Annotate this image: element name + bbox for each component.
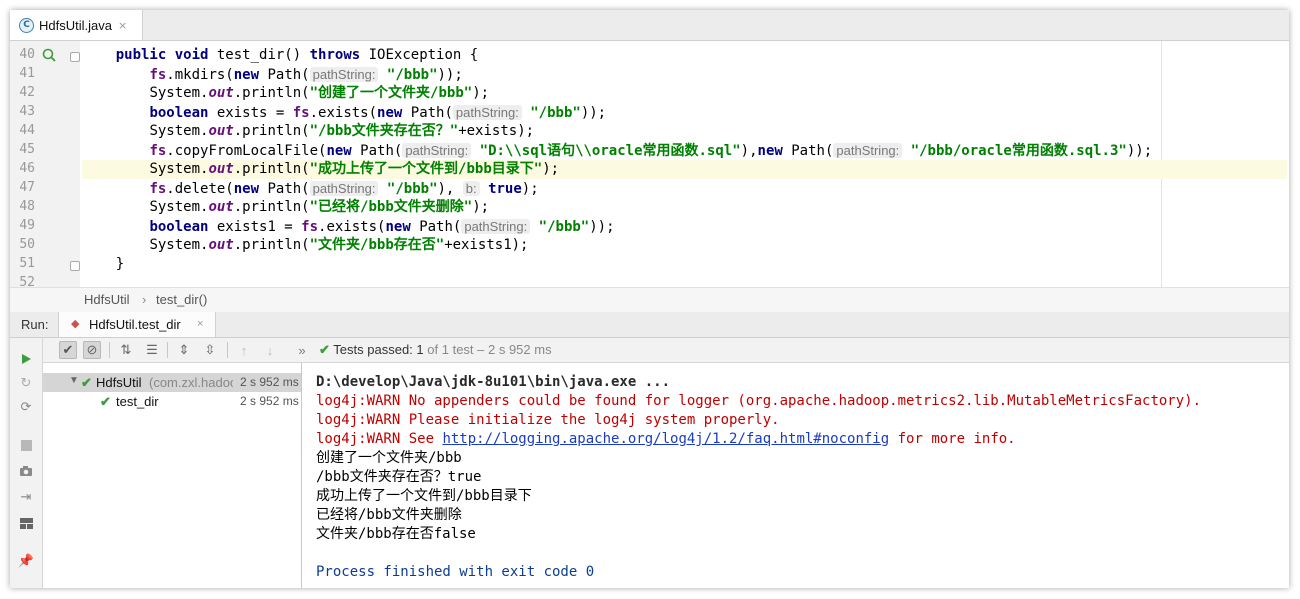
ide-window: C HdfsUtil.java × 40 41 42 43 44 45 46 4… [10, 10, 1289, 588]
sort-by-duration-icon[interactable]: ☰ [143, 341, 161, 359]
code-line-48: System.out.println("已经将/bbb文件夹删除"); [149, 199, 490, 215]
status-count: 1 [416, 342, 424, 357]
chevron-down-icon[interactable]: ▼ [69, 375, 79, 386]
console-line: 创建了一个文件夹/bbb [316, 450, 462, 466]
stop-icon[interactable] [18, 437, 34, 453]
test-results-tree: ▼ ✔ HdfsUtil (com.zxl.hadoo 2 s 952 ms ✔… [43, 363, 302, 588]
editor-tab-hdfsutil[interactable]: C HdfsUtil.java × [10, 10, 143, 40]
more-actions-icon[interactable]: » [293, 341, 311, 359]
line-number: 46 [19, 161, 35, 176]
console-line: 已经将/bbb文件夹删除 [316, 507, 462, 523]
line-number: 43 [19, 104, 35, 119]
close-icon[interactable]: × [118, 19, 127, 32]
code-line-44: System.out.println("/bbb文件夹存在否？"+exists)… [149, 123, 535, 139]
code-line-50: System.out.println("文件夹/bbb存在否"+exists1)… [149, 237, 529, 253]
tree-root-package: (com.zxl.hadoo [149, 375, 233, 390]
tree-child-name: test_dir [116, 394, 159, 409]
line-number: 42 [19, 85, 35, 100]
code-line-51: } [115, 256, 125, 272]
line-gutter: 40 41 42 43 44 45 46 47 48 49 50 51 52 [10, 41, 80, 287]
code-line-42: System.out.println("创建了一个文件夹/bbb"); [149, 85, 490, 101]
line-number: 49 [19, 218, 35, 233]
console-line: Process finished with exit code 0 [316, 564, 595, 580]
console-line: log4j:WARN No appenders could be found f… [316, 393, 1202, 409]
rerun-icon[interactable] [18, 351, 34, 367]
tree-row-test-dir[interactable]: ✔ test_dir 2 s 952 ms [43, 392, 301, 411]
breadcrumb-separator: › [142, 292, 147, 307]
run-label: Run: [21, 317, 49, 332]
tree-row-root[interactable]: ▼ ✔ HdfsUtil (com.zxl.hadoo 2 s 952 ms [43, 373, 301, 392]
show-ignored-icon[interactable]: ⊘ [83, 341, 101, 359]
line-number: 48 [19, 199, 35, 214]
console-output[interactable]: D:\develop\Java\jdk-8u101\bin\java.exe .… [316, 363, 1286, 588]
close-icon[interactable]: × [197, 318, 203, 330]
code-line-49: boolean exists1 = fs.exists(new Path(pat… [149, 219, 615, 235]
fold-marker[interactable] [70, 261, 80, 271]
rerun-failed-icon[interactable]: ↻ [18, 375, 34, 391]
breadcrumb-method[interactable]: test_dir() [156, 292, 207, 307]
code-line-46: System.out.println("成功上传了一个文件到/bbb目录下"); [82, 160, 1287, 179]
line-number: 50 [19, 237, 35, 252]
toolbar-separator [167, 342, 168, 358]
breadcrumb: HdfsUtil › test_dir() [10, 287, 1289, 313]
layout-icon[interactable] [18, 515, 34, 531]
run-panel-header: Run: ◆ HdfsUtil.test_dir × [10, 312, 1289, 338]
tree-root-name: HdfsUtil [96, 375, 142, 390]
editor-tab-title: HdfsUtil.java [39, 17, 112, 33]
console-line: 成功上传了一个文件到/bbb目录下 [316, 488, 532, 504]
toolbar-separator [109, 342, 110, 358]
code-line-40: public void test_dir() throws IOExceptio… [115, 47, 479, 63]
sort-alphabetically-icon[interactable]: ⇅ [117, 341, 135, 359]
run-gutter-icon[interactable] [42, 48, 56, 65]
import-tests-icon[interactable]: ⇥ [18, 489, 34, 505]
line-number: 40 [19, 47, 35, 62]
code-line-43: boolean exists = fs.exists(new Path(path… [149, 105, 607, 121]
show-passed-icon[interactable]: ✔ [59, 341, 77, 359]
next-failed-icon[interactable]: ↓ [261, 341, 279, 359]
run-tab-title: HdfsUtil.test_dir [89, 317, 181, 332]
code-line-45: fs.copyFromLocalFile(new Path(pathString… [149, 143, 1153, 159]
test-runner-toolbar: ✔ ⊘ ⇅ ☰ ⇕ ⇳ ↑ ↓ » ✔ Tests passed: 1 of 1… [43, 338, 1289, 363]
toolbar-separator [227, 342, 228, 358]
console-line: log4j:WARN See http://logging.apache.org… [316, 431, 1016, 447]
pin-icon[interactable]: 📌 [18, 553, 34, 569]
collapse-all-icon[interactable]: ⇳ [201, 341, 219, 359]
console-line: D:\develop\Java\jdk-8u101\bin\java.exe .… [316, 374, 671, 390]
tree-child-time: 2 s 952 ms [240, 394, 299, 408]
run-side-toolbar: ↻ ⟳ ⇥ 📌 [10, 338, 43, 588]
code-line-41: fs.mkdirs(new Path(pathString: "/bbb")); [149, 67, 463, 83]
junit-config-icon: ◆ [71, 318, 80, 330]
passed-check-icon: ✔ [319, 342, 330, 357]
status-suffix: of 1 test – 2 s 952 ms [427, 342, 552, 357]
line-number: 45 [19, 142, 35, 157]
camera-icon[interactable] [18, 463, 34, 479]
test-status: ✔ Tests passed: 1 of 1 test – 2 s 952 ms [319, 342, 552, 358]
expand-all-icon[interactable]: ⇕ [175, 341, 193, 359]
code-line-47: fs.delete(new Path(pathString: "/bbb"), … [149, 181, 539, 197]
line-number: 44 [19, 123, 35, 138]
toggle-auto-test-icon[interactable]: ⟳ [18, 399, 34, 415]
run-tab-hdfsutil-test-dir[interactable]: ◆ HdfsUtil.test_dir × [58, 312, 216, 337]
status-prefix: Tests passed: [333, 342, 413, 357]
log4j-faq-link[interactable]: http://logging.apache.org/log4j/1.2/faq.… [442, 431, 889, 447]
java-class-icon: C [19, 17, 34, 33]
console-line: 文件夹/bbb存在否false [316, 526, 476, 542]
line-number: 47 [19, 180, 35, 195]
passed-check-icon: ✔ [81, 375, 92, 390]
fold-marker[interactable] [70, 52, 80, 62]
line-number: 51 [19, 256, 35, 271]
console-line: /bbb文件夹存在否？true [316, 469, 482, 485]
code-editor[interactable]: 40 41 42 43 44 45 46 47 48 49 50 51 52 p… [10, 41, 1289, 287]
tree-root-time: 2 s 952 ms [240, 375, 299, 389]
breadcrumb-class[interactable]: HdfsUtil [84, 292, 130, 307]
line-number: 52 [19, 275, 35, 287]
console-line: log4j:WARN Please initialize the log4j s… [316, 412, 780, 428]
editor-tab-bar: C HdfsUtil.java × [10, 10, 1289, 41]
passed-check-icon: ✔ [100, 394, 111, 409]
previous-failed-icon[interactable]: ↑ [235, 341, 253, 359]
line-number: 41 [19, 66, 35, 81]
